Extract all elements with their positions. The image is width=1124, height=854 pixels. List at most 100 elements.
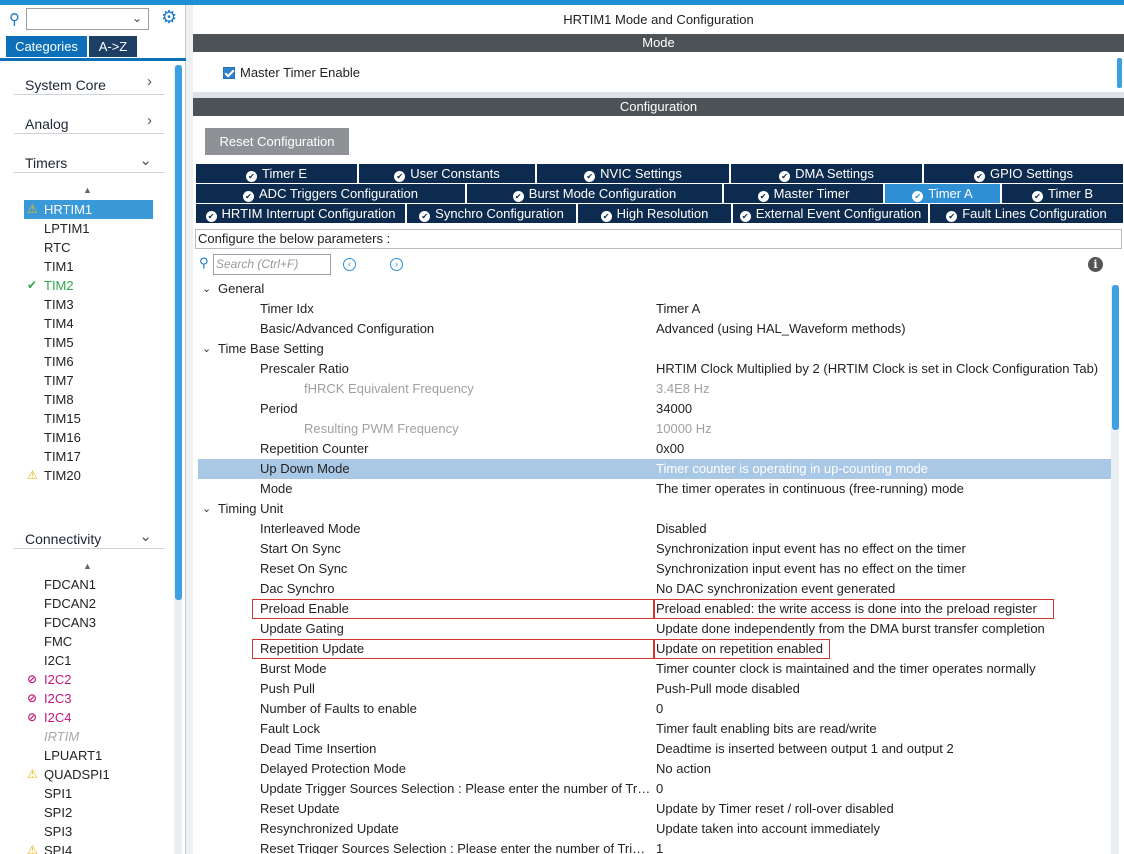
param-value[interactable]: No action [656,759,1108,779]
peripheral-spi3[interactable]: SPI3 [24,822,153,841]
param-row[interactable]: Reset Update Update by Timer reset / roll… [198,799,1111,819]
info-icon[interactable]: i [1088,257,1103,272]
param-value[interactable]: Advanced (using HAL_Waveform methods) [656,319,1108,339]
tab-dma-settings[interactable]: ✔ DMA Settings [731,164,923,183]
peripheral-fdcan1[interactable]: FDCAN1 [24,575,153,594]
param-row[interactable]: fHRCK Equivalent Frequency 3.4E8 Hz [198,379,1111,399]
param-value[interactable]: Synchronization input event has no effec… [656,559,1108,579]
chevron-down-icon[interactable]: ⌄ [139,151,152,169]
param-row[interactable]: Up Down Mode Timer counter is operating i… [198,459,1111,479]
param-row[interactable]: Mode The timer operates in continuous (fr… [198,479,1111,499]
tree-scrollbar-thumb[interactable] [175,65,182,600]
peripheral-i2c3[interactable]: ⊘ I2C3 [24,689,153,708]
tab-categories[interactable]: Categories [6,36,87,57]
param-search-input[interactable]: Search (Ctrl+F) [213,254,331,275]
param-row[interactable]: Interleaved Mode Disabled [198,519,1111,539]
peripheral-tim17[interactable]: TIM17 [24,447,153,466]
tab-adc-triggers-configuration[interactable]: ✔ ADC Triggers Configuration [196,184,466,203]
param-value[interactable]: 0 [656,699,1108,719]
param-value[interactable]: Push-Pull mode disabled [656,679,1108,699]
peripheral-lptim1[interactable]: LPTIM1 [24,219,153,238]
peripheral-i2c4[interactable]: ⊘ I2C4 [24,708,153,727]
param-value[interactable]: Update done independently from the DMA b… [656,619,1108,639]
tab-timer-e[interactable]: ✔ Timer E [196,164,358,183]
peripheral-tim4[interactable]: TIM4 [24,314,153,333]
tab-master-timer[interactable]: ✔ Master Timer [724,184,884,203]
param-value[interactable]: The timer operates in continuous (free-r… [656,479,1108,499]
param-value[interactable]: Timer A [656,299,1108,319]
param-row[interactable]: Basic/Advanced Configuration Advanced (us… [198,319,1111,339]
param-row[interactable]: Update Gating Update done independently f… [198,619,1111,639]
tab-a-to-z[interactable]: A->Z [89,36,137,57]
tab-external-event-configuration[interactable]: ✔ External Event Configuration [733,204,929,223]
peripheral-hrtim1[interactable]: ⚠ HRTIM1 [24,200,153,219]
peripheral-quadspi1[interactable]: ⚠ QUADSPI1 [24,765,153,784]
chevron-right-icon[interactable]: › [147,112,152,129]
peripheral-tim20[interactable]: ⚠ TIM20 [24,466,153,485]
tab-synchro-configuration[interactable]: ✔ Synchro Configuration [407,204,577,223]
peripheral-fdcan2[interactable]: FDCAN2 [24,594,153,613]
sort-up-icon[interactable]: ▲ [83,561,92,571]
chevron-down-icon[interactable]: ⌄ [132,11,142,25]
param-row[interactable]: Number of Faults to enable 0 [198,699,1111,719]
configuration-header[interactable]: Configuration [193,98,1124,116]
peripheral-tim5[interactable]: TIM5 [24,333,153,352]
param-row[interactable]: Dac Synchro No DAC synchronization event … [198,579,1111,599]
chevron-down-icon[interactable]: ⌄ [202,279,211,299]
param-value[interactable]: 3.4E8 Hz [656,379,1108,399]
category-timers[interactable]: Timers ⌄ [14,143,164,173]
tab-hrtim-interrupt-configuration[interactable]: ✔ HRTIM Interrupt Configuration [196,204,406,223]
peripheral-lpuart1[interactable]: LPUART1 [24,746,153,765]
param-row[interactable]: Delayed Protection Mode No action [198,759,1111,779]
tab-user-constants[interactable]: ✔ User Constants [359,164,536,183]
peripheral-irtim[interactable]: IRTIM [24,727,153,746]
param-value[interactable]: Synchronization input event has no effec… [656,539,1108,559]
peripheral-tim16[interactable]: TIM16 [24,428,153,447]
param-value[interactable]: Timer fault enabling bits are read/write [656,719,1108,739]
param-row[interactable]: Burst Mode Timer counter clock is maintai… [198,659,1111,679]
reset-configuration-button[interactable]: Reset Configuration [205,128,349,155]
tab-gpio-settings[interactable]: ✔ GPIO Settings [924,164,1124,183]
param-value[interactable]: Update taken into account immediately [656,819,1108,839]
chevron-down-icon[interactable]: ⌄ [202,339,211,359]
peripheral-rtc[interactable]: RTC [24,238,153,257]
param-row[interactable]: Fault Lock Timer fault enabling bits are … [198,719,1111,739]
param-value[interactable]: Timer counter clock is maintained and th… [656,659,1108,679]
category-system-core[interactable]: System Core › [14,65,164,95]
param-value[interactable]: Disabled [656,519,1108,539]
param-value[interactable]: 34000 [656,399,1108,419]
param-value[interactable]: 1 [656,839,1108,854]
peripheral-tim7[interactable]: TIM7 [24,371,153,390]
peripheral-spi4[interactable]: ⚠ SPI4 [24,841,153,854]
master-timer-enable-checkbox[interactable] [223,67,235,79]
category-connectivity[interactable]: Connectivity ⌄ [14,519,164,549]
panel-splitter[interactable] [186,5,193,854]
tree-scrollbar[interactable] [174,65,182,854]
param-row[interactable]: Timer Idx Timer A [198,299,1111,319]
param-value[interactable]: HRTIM Clock Multiplied by 2 (HRTIM Clock… [656,359,1108,379]
tab-high-resolution[interactable]: ✔ High Resolution [578,204,732,223]
peripheral-tim15[interactable]: TIM15 [24,409,153,428]
category-analog[interactable]: Analog › [14,104,164,134]
chevron-right-icon[interactable]: › [147,73,152,90]
param-group[interactable]: ⌄ General [198,279,1111,299]
param-group[interactable]: ⌄ Timing Unit [198,499,1111,519]
param-row[interactable]: Resynchronized Update Update taken into a… [198,819,1111,839]
param-value[interactable]: Timer counter is operating in up-countin… [656,459,1108,479]
peripheral-fmc[interactable]: FMC [24,632,153,651]
param-row[interactable]: Reset On Sync Synchronization input event… [198,559,1111,579]
param-row[interactable]: Prescaler Ratio HRTIM Clock Multiplied by… [198,359,1111,379]
peripheral-tim8[interactable]: TIM8 [24,390,153,409]
param-value[interactable]: 0 [656,779,1108,799]
peripheral-tim2[interactable]: ✔ TIM2 [24,276,153,295]
param-row[interactable]: Start On Sync Synchronization input event… [198,539,1111,559]
tab-burst-mode-configuration[interactable]: ✔ Burst Mode Configuration [467,184,723,203]
param-row[interactable]: Update Trigger Sources Selection : Pleas… [198,779,1111,799]
tab-nvic-settings[interactable]: ✔ NVIC Settings [537,164,730,183]
param-row[interactable]: Push Pull Push-Pull mode disabled [198,679,1111,699]
tab-timer-b[interactable]: ✔ Timer B [1002,184,1124,203]
tree-search-combo[interactable]: ⌄ [26,8,149,30]
peripheral-fdcan3[interactable]: FDCAN3 [24,613,153,632]
peripheral-tim6[interactable]: TIM6 [24,352,153,371]
params-scrollbar-thumb[interactable] [1112,285,1119,430]
